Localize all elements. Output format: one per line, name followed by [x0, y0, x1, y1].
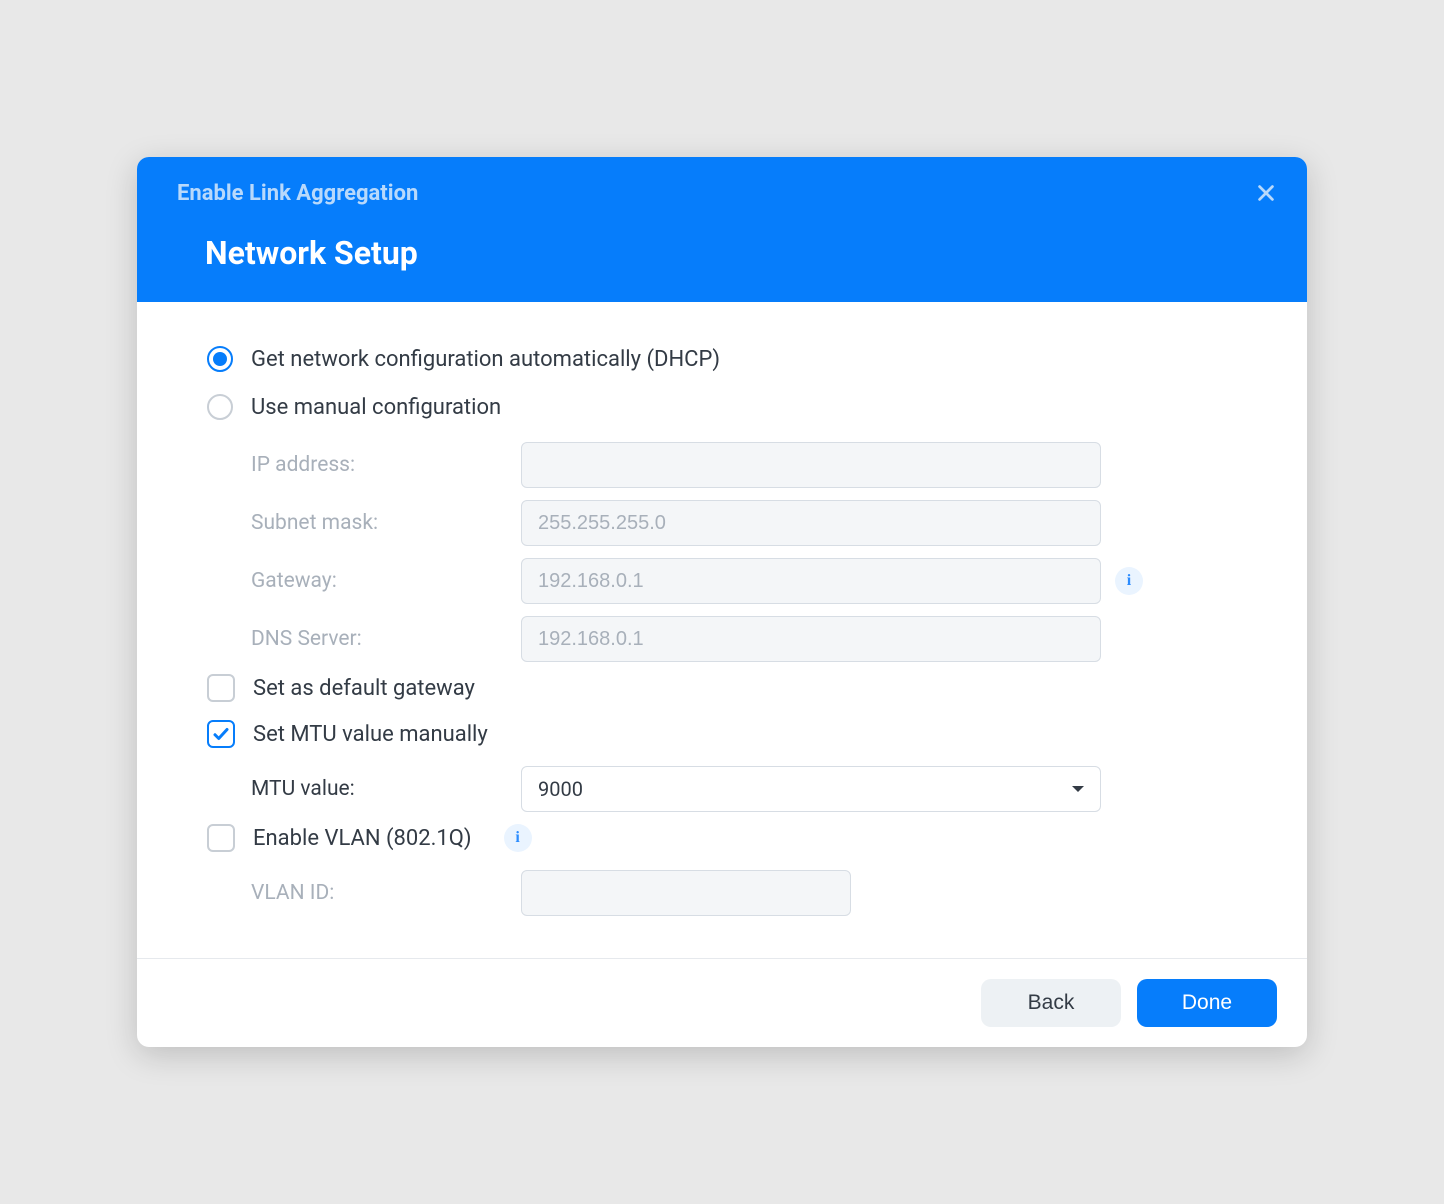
wizard-title: Enable Link Aggregation	[177, 181, 1267, 206]
dialog-body: Get network configuration automatically …	[137, 302, 1307, 958]
set-mtu-manually-checkbox[interactable]: Set MTU value manually	[207, 720, 1247, 748]
vlan-group: VLAN ID:	[251, 870, 1247, 916]
set-default-gateway-checkbox[interactable]: Set as default gateway	[207, 674, 1247, 702]
dns-server-input[interactable]	[521, 616, 1101, 662]
checkbox-icon	[207, 824, 235, 852]
gateway-label: Gateway:	[251, 569, 521, 593]
gateway-input[interactable]	[521, 558, 1101, 604]
chevron-down-icon	[1072, 786, 1084, 792]
subnet-mask-label: Subnet mask:	[251, 511, 521, 535]
dns-server-label: DNS Server:	[251, 627, 521, 651]
mtu-value-select[interactable]: 9000	[521, 766, 1101, 812]
info-icon[interactable]: i	[504, 824, 532, 852]
checkbox-label: Set as default gateway	[253, 676, 475, 701]
close-icon[interactable]	[1255, 181, 1277, 209]
dialog: Enable Link Aggregation Network Setup Ge…	[137, 157, 1307, 1047]
checkbox-label: Enable VLAN (802.1Q)	[253, 826, 472, 851]
radio-label: Use manual configuration	[251, 395, 501, 420]
mtu-value-label: MTU value:	[251, 777, 521, 801]
enable-vlan-checkbox[interactable]: Enable VLAN (802.1Q) i	[207, 824, 1247, 852]
vlan-id-label: VLAN ID:	[251, 881, 521, 905]
radio-icon	[207, 346, 233, 372]
ip-address-input[interactable]	[521, 442, 1101, 488]
checkbox-icon	[207, 720, 235, 748]
manual-config-group: IP address: Subnet mask: Gateway: i DNS …	[251, 442, 1247, 662]
radio-icon	[207, 394, 233, 420]
mtu-group: MTU value: 9000	[251, 766, 1247, 812]
dialog-header: Enable Link Aggregation Network Setup	[137, 157, 1307, 302]
vlan-id-input[interactable]	[521, 870, 851, 916]
page-title: Network Setup	[205, 234, 1267, 272]
ip-address-label: IP address:	[251, 453, 521, 477]
subnet-mask-input[interactable]	[521, 500, 1101, 546]
mtu-value-text: 9000	[538, 777, 583, 801]
radio-option-dhcp[interactable]: Get network configuration automatically …	[207, 346, 1247, 372]
dialog-footer: Back Done	[137, 958, 1307, 1047]
back-button[interactable]: Back	[981, 979, 1121, 1027]
checkbox-label: Set MTU value manually	[253, 722, 488, 747]
checkbox-icon	[207, 674, 235, 702]
radio-option-manual[interactable]: Use manual configuration	[207, 394, 1247, 420]
info-icon[interactable]: i	[1115, 567, 1143, 595]
radio-label: Get network configuration automatically …	[251, 347, 720, 372]
done-button[interactable]: Done	[1137, 979, 1277, 1027]
